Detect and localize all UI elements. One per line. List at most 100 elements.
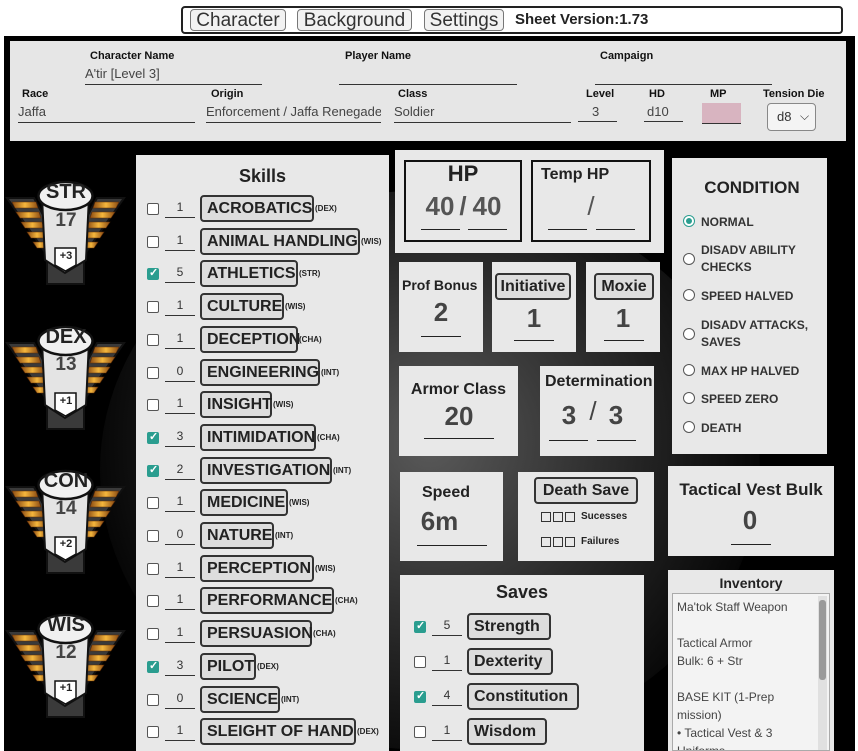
skill-proficiency-checkbox[interactable] — [147, 726, 159, 738]
skill-roll-button[interactable]: DECEPTION — [200, 326, 300, 353]
speed-value[interactable]: 6m — [412, 506, 467, 537]
skill-proficiency-checkbox[interactable] — [147, 367, 159, 379]
skill-roll-button[interactable]: SLEIGHT OF HAND — [200, 718, 356, 745]
skill-value[interactable]: 0 — [165, 364, 195, 382]
vest-bulk-value[interactable]: 0 — [730, 505, 770, 536]
prof-bonus-value[interactable]: 2 — [421, 297, 461, 328]
condition-radio[interactable] — [683, 364, 695, 376]
skill-proficiency-checkbox[interactable] — [147, 497, 159, 509]
skill-proficiency-checkbox[interactable] — [147, 563, 159, 575]
tension-die-select[interactable]: d8 ⌵ — [767, 103, 816, 131]
temp-hp-current[interactable] — [548, 229, 587, 230]
skill-value[interactable]: 3 — [165, 429, 195, 447]
dex-score[interactable]: 13 — [46, 354, 86, 376]
skill-value[interactable]: 0 — [165, 527, 195, 545]
inventory-scrollbar-thumb[interactable] — [819, 600, 826, 680]
skill-proficiency-checkbox[interactable] — [147, 659, 159, 673]
armor-class-value[interactable]: 20 — [430, 401, 488, 432]
initiative-value[interactable]: 1 — [514, 303, 554, 334]
skill-roll-button[interactable]: CULTURE — [200, 293, 284, 320]
skill-value[interactable]: 3 — [165, 658, 195, 676]
player-name-field[interactable] — [339, 66, 517, 85]
skill-value[interactable]: 0 — [165, 691, 195, 709]
skill-roll-button[interactable]: PILOT — [200, 653, 256, 680]
skill-proficiency-checkbox[interactable] — [147, 334, 159, 346]
con-score[interactable]: 14 — [46, 498, 86, 520]
skill-proficiency-checkbox[interactable] — [147, 236, 159, 248]
skill-proficiency-checkbox[interactable] — [147, 399, 159, 411]
skill-roll-button[interactable]: ENGINEERING — [200, 359, 320, 386]
skill-value[interactable]: 1 — [165, 625, 195, 643]
save-value[interactable]: 1 — [432, 653, 462, 671]
character-name-field[interactable]: A'tir [Level 3] — [85, 66, 262, 85]
death-save-button[interactable]: Death Save — [534, 477, 638, 504]
str-score[interactable]: 17 — [46, 210, 86, 232]
initiative-button[interactable]: Initiative — [495, 273, 571, 300]
skill-roll-button[interactable]: INSIGHT — [200, 391, 272, 418]
determination-max[interactable]: 3 — [597, 400, 635, 431]
hd-field[interactable]: d10 — [644, 104, 683, 122]
moxie-value[interactable]: 1 — [603, 303, 643, 334]
save-roll-button[interactable]: Constitution — [467, 683, 579, 710]
tab-settings[interactable]: Settings — [424, 9, 504, 31]
determination-current[interactable]: 3 — [550, 400, 588, 431]
inventory-scrollbar[interactable] — [818, 596, 827, 750]
tab-character[interactable]: Character — [190, 9, 286, 31]
save-roll-button[interactable]: Dexterity — [467, 648, 553, 675]
skill-roll-button[interactable]: ANIMAL HANDLING — [200, 228, 360, 255]
race-field[interactable]: Jaffa — [18, 104, 195, 123]
skill-value[interactable]: 5 — [165, 265, 195, 283]
save-proficiency-checkbox[interactable] — [414, 619, 426, 633]
death-save-success-boxes[interactable] — [541, 512, 577, 523]
save-value[interactable]: 4 — [432, 688, 462, 706]
skill-roll-button[interactable]: INTIMIDATION — [200, 424, 316, 451]
skill-value[interactable]: 1 — [165, 233, 195, 251]
skill-proficiency-checkbox[interactable] — [147, 301, 159, 313]
condition-radio[interactable] — [683, 253, 695, 265]
skill-roll-button[interactable]: ATHLETICS — [200, 260, 298, 287]
skill-roll-button[interactable]: PERCEPTION — [200, 555, 314, 582]
condition-radio[interactable] — [683, 421, 695, 433]
skill-proficiency-checkbox[interactable] — [147, 530, 159, 542]
skill-proficiency-checkbox[interactable] — [147, 430, 159, 444]
condition-radio[interactable] — [683, 289, 695, 301]
inventory-textarea[interactable]: Ma'tok Staff Weapon Tactical Armor Bulk: 6… — [672, 593, 830, 751]
skill-value[interactable]: 2 — [165, 462, 195, 480]
condition-radio[interactable] — [683, 328, 695, 340]
skill-roll-button[interactable]: NATURE — [200, 522, 274, 549]
skill-roll-button[interactable]: ACROBATICS — [200, 195, 314, 222]
save-value[interactable]: 5 — [432, 618, 462, 636]
skill-roll-button[interactable]: PERSUASION — [200, 620, 313, 647]
save-roll-button[interactable]: Strength — [467, 613, 551, 640]
skill-proficiency-checkbox[interactable] — [147, 266, 159, 280]
condition-radio[interactable] — [683, 392, 695, 404]
save-proficiency-checkbox[interactable] — [414, 726, 426, 738]
origin-field[interactable]: Enforcement / Jaffa Renegade — [206, 104, 381, 123]
hp-max[interactable]: 40 — [466, 191, 508, 222]
skill-value[interactable]: 1 — [165, 298, 195, 316]
class-field[interactable]: Soldier — [394, 104, 571, 123]
save-roll-button[interactable]: Wisdom — [467, 718, 547, 745]
save-value[interactable]: 1 — [432, 723, 462, 741]
skill-proficiency-checkbox[interactable] — [147, 595, 159, 607]
save-proficiency-checkbox[interactable] — [414, 689, 426, 703]
skill-proficiency-checkbox[interactable] — [147, 463, 159, 477]
skill-proficiency-checkbox[interactable] — [147, 628, 159, 640]
skill-value[interactable]: 1 — [165, 560, 195, 578]
skill-value[interactable]: 1 — [165, 396, 195, 414]
death-save-failure-boxes[interactable] — [541, 537, 577, 548]
level-field[interactable]: 3 — [578, 104, 617, 122]
condition-radio[interactable] — [683, 215, 695, 227]
skill-value[interactable]: 1 — [165, 592, 195, 610]
skill-proficiency-checkbox[interactable] — [147, 694, 159, 706]
skill-roll-button[interactable]: SCIENCE — [200, 686, 280, 713]
skill-value[interactable]: 1 — [165, 331, 195, 349]
tab-background[interactable]: Background — [297, 9, 412, 31]
skill-value[interactable]: 1 — [165, 494, 195, 512]
mp-field[interactable] — [702, 103, 741, 124]
skill-value[interactable]: 1 — [165, 723, 195, 741]
skill-roll-button[interactable]: PERFORMANCE — [200, 587, 334, 614]
skill-value[interactable]: 1 — [165, 200, 195, 218]
campaign-field[interactable] — [595, 66, 772, 85]
save-proficiency-checkbox[interactable] — [414, 656, 426, 668]
